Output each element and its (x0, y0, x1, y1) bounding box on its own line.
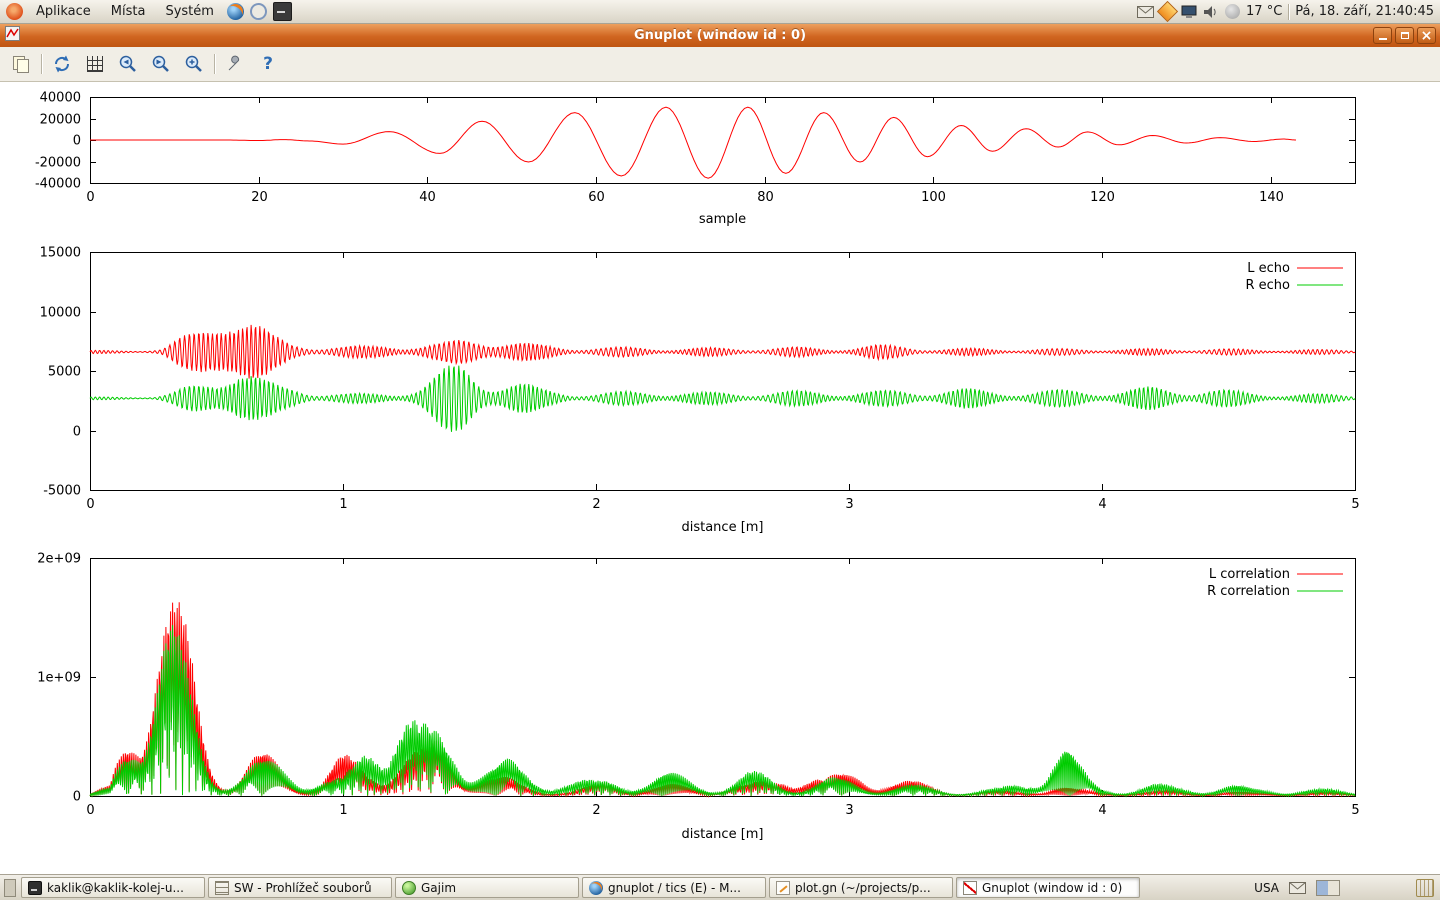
svg-text:0: 0 (86, 497, 94, 512)
svg-text:1: 1 (339, 803, 347, 818)
firefox-launcher-icon[interactable] (227, 3, 244, 20)
svg-text:80: 80 (757, 190, 774, 205)
close-button[interactable] (1417, 27, 1436, 44)
svg-text:4: 4 (1098, 497, 1106, 512)
clock-label[interactable]: Pá, 18. září, 21:40:45 (1295, 4, 1434, 19)
svg-text:10000: 10000 (40, 306, 81, 321)
svg-text:R correlation: R correlation (1207, 584, 1290, 599)
toolbar-separator (214, 54, 215, 74)
ubuntu-logo-icon[interactable] (6, 3, 23, 20)
svg-text:100: 100 (921, 190, 946, 205)
update-notifier-icon[interactable] (1157, 1, 1178, 22)
svg-text:40000: 40000 (40, 91, 81, 106)
window-title: Gnuplot (window id : 0) (0, 28, 1440, 43)
gnuplot-window-icon (5, 26, 20, 45)
gnuplot-canvas[interactable]: 020406080100120140-40000-200000200004000… (0, 82, 1440, 875)
terminal-icon (28, 881, 42, 895)
svg-text:60: 60 (588, 190, 605, 205)
maximize-button[interactable] (1395, 27, 1414, 44)
temperature-label[interactable]: 17 °C (1246, 4, 1282, 19)
svg-text:15000: 15000 (40, 246, 81, 261)
terminal-launcher-icon[interactable] (273, 2, 292, 21)
toolbar-separator (41, 54, 42, 74)
svg-text:20000: 20000 (40, 113, 81, 128)
taskbar: kaklik@kaklik-kolej-u... SW - Prohlížeč … (0, 874, 1440, 900)
taskbar-item-terminal[interactable]: kaklik@kaklik-kolej-u... (21, 877, 205, 898)
zoom-next-icon[interactable] (148, 51, 174, 77)
svg-text:distance [m]: distance [m] (681, 520, 763, 535)
svg-text:0: 0 (86, 190, 94, 205)
menu-system[interactable]: Systém (158, 4, 220, 19)
help-icon[interactable] (255, 51, 281, 77)
keyboard-layout-indicator[interactable]: USA (1254, 881, 1279, 895)
menu-applications[interactable]: Aplikace (29, 4, 98, 19)
grid-icon[interactable] (82, 51, 108, 77)
taskbar-item-editor[interactable]: plot.gn (~/projects/p... (769, 877, 953, 898)
svg-text:120: 120 (1090, 190, 1115, 205)
taskbar-item-firefox[interactable]: gnuplot / tics (E) - M... (582, 877, 766, 898)
minimize-button[interactable] (1373, 27, 1392, 44)
trash-icon[interactable] (1416, 879, 1434, 897)
mail-tray-icon[interactable] (1289, 882, 1306, 894)
help-launcher-icon[interactable] (250, 3, 267, 20)
svg-text:2e+09: 2e+09 (37, 552, 81, 567)
replot-icon[interactable] (49, 51, 75, 77)
svg-text:L correlation: L correlation (1209, 567, 1290, 582)
gnuplot-icon (963, 881, 977, 895)
svg-text:140: 140 (1259, 190, 1284, 205)
settings-icon[interactable] (222, 51, 248, 77)
autoscale-icon[interactable] (181, 51, 207, 77)
svg-text:sample: sample (699, 212, 746, 227)
svg-text:40: 40 (419, 190, 436, 205)
svg-text:-20000: -20000 (35, 156, 81, 171)
mail-icon[interactable] (1137, 6, 1154, 18)
svg-text:L echo: L echo (1247, 261, 1290, 276)
svg-text:1: 1 (339, 497, 347, 512)
svg-text:0: 0 (73, 425, 81, 440)
taskbar-item-file-browser[interactable]: SW - Prohlížeč souborů (208, 877, 392, 898)
copy-icon[interactable] (8, 51, 34, 77)
svg-text:-5000: -5000 (43, 484, 81, 499)
menu-places[interactable]: Místa (104, 4, 153, 19)
desktop: Aplikace Místa Systém 17 °C Pá, 18. září… (0, 0, 1440, 900)
svg-text:0: 0 (73, 134, 81, 149)
titlebar[interactable]: Gnuplot (window id : 0) (0, 24, 1440, 47)
svg-text:-40000: -40000 (35, 177, 81, 192)
taskbar-item-gnuplot[interactable]: Gnuplot (window id : 0) (956, 877, 1140, 898)
gajim-icon (402, 881, 416, 895)
plot-area: 020406080100120140-40000-200000200004000… (0, 82, 1440, 875)
svg-text:4: 4 (1098, 803, 1106, 818)
svg-text:2: 2 (592, 497, 600, 512)
window-list-icon[interactable] (4, 879, 16, 897)
svg-text:5000: 5000 (48, 365, 81, 380)
file-manager-icon (215, 881, 229, 895)
svg-text:3: 3 (845, 497, 853, 512)
svg-text:5: 5 (1351, 803, 1359, 818)
svg-text:5: 5 (1351, 497, 1359, 512)
gnuplot-toolbar (0, 47, 1440, 82)
svg-text:0: 0 (86, 803, 94, 818)
text-editor-icon (776, 881, 790, 895)
taskbar-item-gajim[interactable]: Gajim (395, 877, 579, 898)
gnome-top-panel: Aplikace Místa Systém 17 °C Pá, 18. září… (0, 0, 1440, 24)
svg-text:distance [m]: distance [m] (681, 827, 763, 842)
panel-separator (1288, 4, 1289, 20)
workspace-switcher[interactable] (1316, 880, 1340, 896)
svg-text:0: 0 (73, 790, 81, 805)
svg-text:3: 3 (845, 803, 853, 818)
weather-icon[interactable] (1225, 4, 1240, 19)
svg-text:20: 20 (251, 190, 268, 205)
gnuplot-window: Gnuplot (window id : 0) (0, 24, 1440, 875)
svg-text:1e+09: 1e+09 (37, 671, 81, 686)
volume-icon[interactable] (1203, 5, 1219, 19)
zoom-previous-icon[interactable] (115, 51, 141, 77)
display-icon[interactable] (1181, 5, 1197, 19)
firefox-icon (589, 881, 603, 895)
svg-text:2: 2 (592, 803, 600, 818)
svg-text:R echo: R echo (1245, 278, 1290, 293)
